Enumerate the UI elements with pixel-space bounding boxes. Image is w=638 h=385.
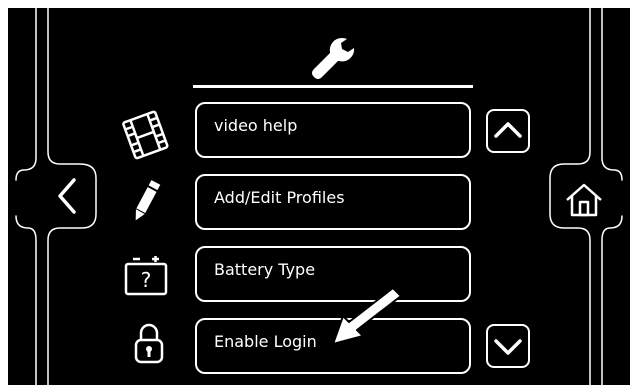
chevron-left-icon[interactable] (52, 176, 82, 216)
scroll-up-button[interactable] (486, 109, 530, 153)
lock-icon (134, 323, 164, 364)
menu-item-label: Add/Edit Profiles (214, 188, 345, 207)
chevron-up-icon (494, 122, 522, 138)
home-icon[interactable] (564, 182, 604, 218)
battery-question-icon: ? (124, 256, 168, 296)
menu-item-label: Enable Login (214, 332, 317, 351)
scroll-down-button[interactable] (486, 324, 530, 368)
menu-item-label: Battery Type (214, 260, 316, 279)
device-screen: video help Add/Edit Profiles ? Battery T… (8, 8, 630, 385)
film-icon (122, 110, 169, 160)
menu-item-add-edit-profiles[interactable]: Add/Edit Profiles (195, 174, 471, 230)
svg-text:?: ? (141, 268, 152, 292)
menu-item-label: video help (214, 116, 298, 135)
wrench-icon (312, 37, 355, 79)
pencil-icon (135, 180, 161, 221)
chevron-down-icon (494, 339, 522, 355)
menu-item-video-help[interactable]: video help (195, 102, 471, 158)
pointer-arrow-icon (332, 287, 402, 345)
title-divider (193, 85, 473, 88)
